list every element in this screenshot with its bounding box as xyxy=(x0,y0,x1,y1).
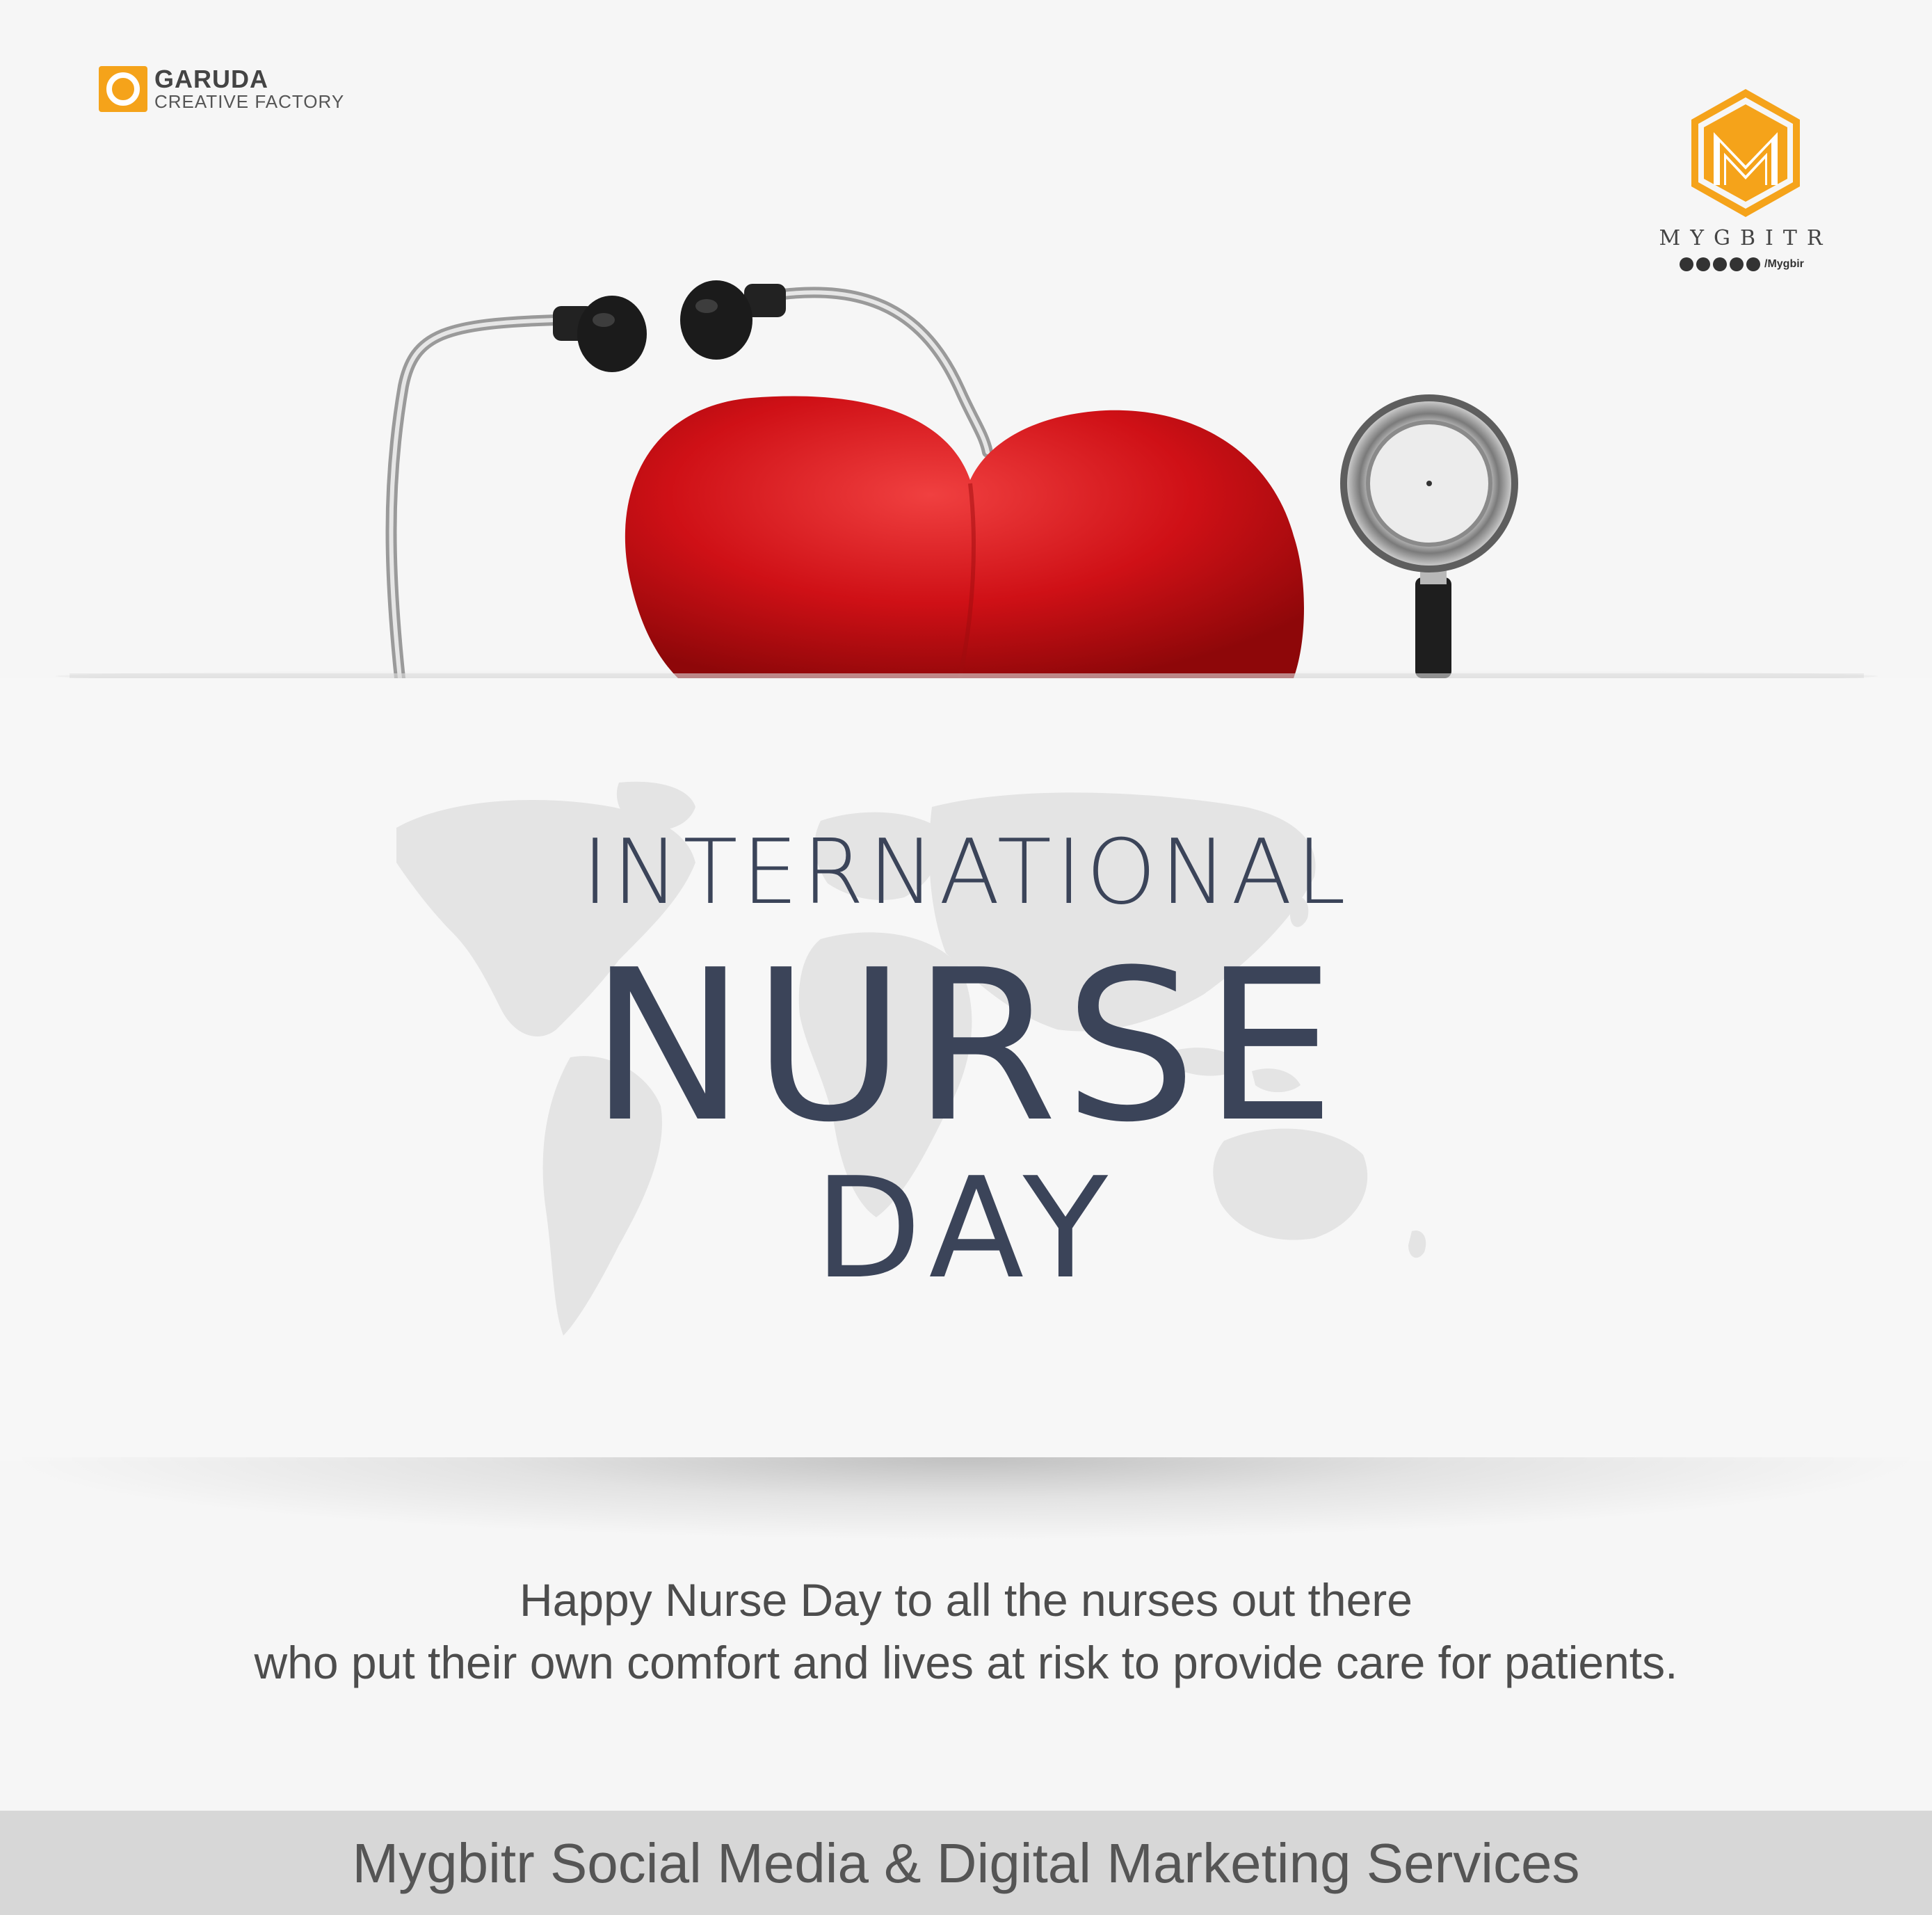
card-bottom-shadow xyxy=(0,1457,1932,1541)
stethoscope-chestpiece xyxy=(1340,394,1518,678)
heart-stethoscope-illustration xyxy=(70,280,1864,682)
greeting-message: Happy Nurse Day to all the nurses out th… xyxy=(0,1569,1932,1694)
footer-text: Mygbitr Social Media & Digital Marketing… xyxy=(352,1832,1580,1894)
message-line-2: who put their own comfort and lives at r… xyxy=(254,1637,1678,1688)
garuda-name: GARUDA xyxy=(154,65,268,93)
garuda-logo-icon xyxy=(99,66,147,112)
garuda-subtitle: CREATIVE FACTORY xyxy=(154,91,345,112)
headline-international: INTERNATIONAL xyxy=(581,821,1351,924)
ear-tip-right xyxy=(680,280,786,360)
headline-nurse: NURSE xyxy=(589,925,1343,1168)
ear-tip-left xyxy=(553,296,647,372)
mygbitr-wordmark: MYGBITR xyxy=(1659,226,1833,250)
mygbitr-hexagon-icon xyxy=(1691,89,1800,217)
message-line-1: Happy Nurse Day to all the nurses out th… xyxy=(519,1574,1412,1626)
garuda-logo: GARUDA CREATIVE FACTORY xyxy=(99,65,344,113)
footer-bar: Mygbitr Social Media & Digital Marketing… xyxy=(0,1811,1932,1915)
heart-icon xyxy=(625,396,1304,678)
headline-day: DAY xyxy=(814,1148,1118,1310)
